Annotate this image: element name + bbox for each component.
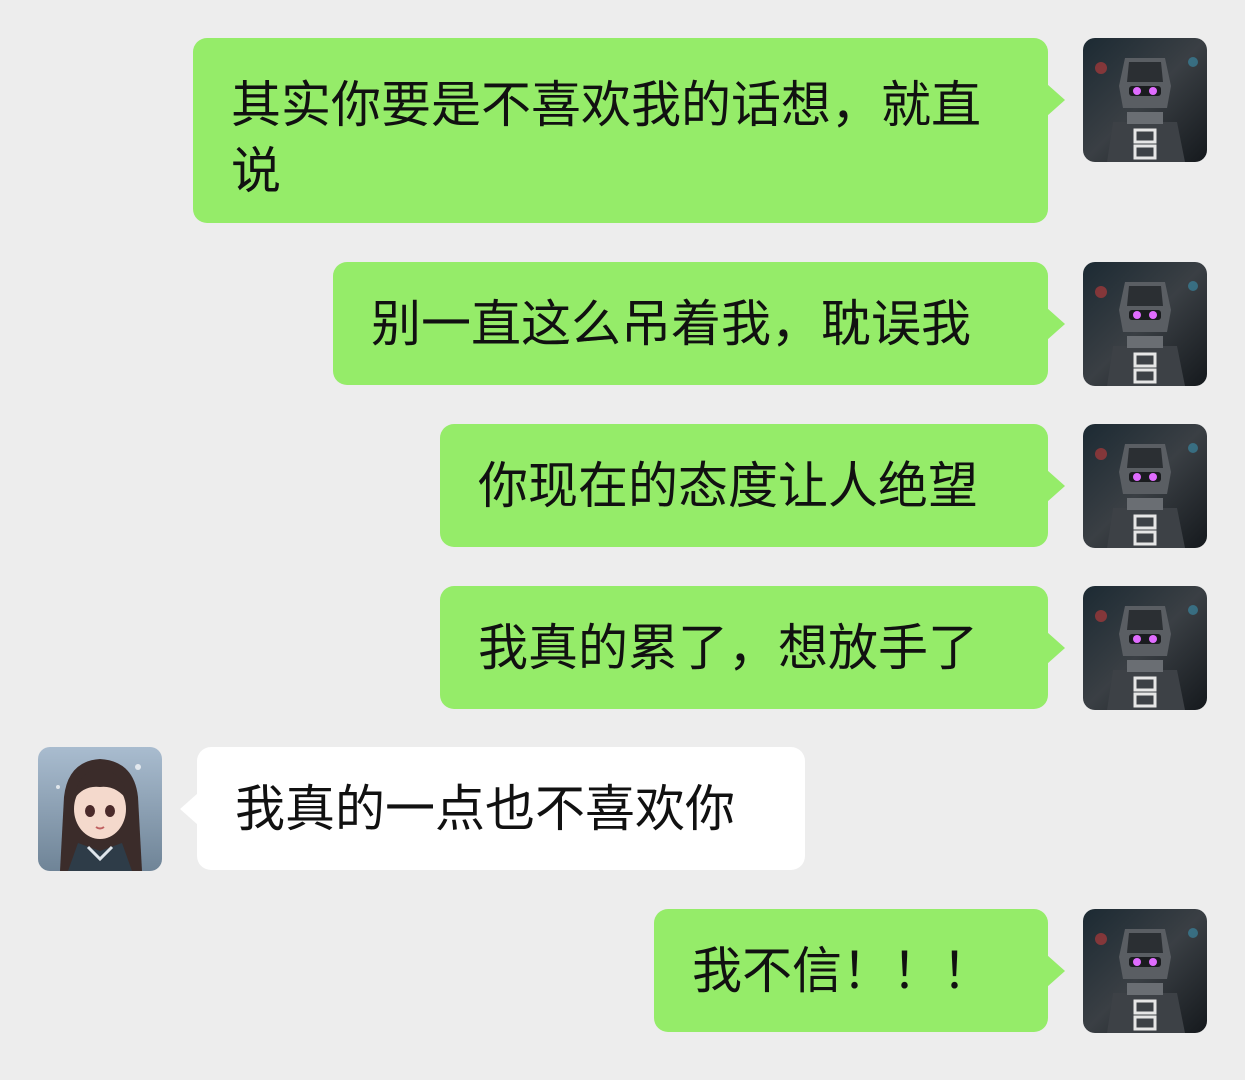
bubble-tail: [1047, 955, 1065, 987]
received-message-bubble[interactable]: 我真的一点也不喜欢你: [197, 747, 805, 870]
message-text: 我真的累了，想放手了: [478, 619, 978, 677]
bubble-tail: [180, 793, 198, 825]
sent-message-bubble[interactable]: 我真的累了，想放手了: [440, 586, 1048, 709]
robot-avatar[interactable]: [1083, 909, 1207, 1033]
bubble-tail: [1047, 470, 1065, 502]
message-text: 其实你要是不喜欢我的话想，就直说: [231, 76, 981, 200]
sent-message-bubble[interactable]: 其实你要是不喜欢我的话想，就直说: [193, 38, 1048, 223]
girl-avatar-image: [38, 747, 162, 871]
robot-avatar[interactable]: [1083, 38, 1207, 162]
robot-avatar-image: [1083, 586, 1207, 710]
robot-avatar-image: [1083, 424, 1207, 548]
message-text: 你现在的态度让人绝望: [478, 457, 978, 515]
robot-avatar-image: [1083, 38, 1207, 162]
bubble-tail: [1047, 632, 1065, 664]
robot-avatar-image: [1083, 262, 1207, 386]
chat-area: 其实你要是不喜欢我的话想，就直说 别一直这么吊着我，耽误我 你现在的态度让人绝望…: [0, 0, 1245, 1080]
robot-avatar[interactable]: [1083, 424, 1207, 548]
robot-avatar[interactable]: [1083, 262, 1207, 386]
girl-avatar[interactable]: [38, 747, 162, 871]
robot-avatar-image: [1083, 909, 1207, 1033]
sent-message-bubble[interactable]: 你现在的态度让人绝望: [440, 424, 1048, 547]
robot-avatar[interactable]: [1083, 586, 1207, 710]
message-text: 别一直这么吊着我，耽误我: [371, 295, 971, 353]
message-text: 我不信！！！: [692, 942, 992, 1000]
bubble-tail: [1047, 308, 1065, 340]
message-text: 我真的一点也不喜欢你: [235, 780, 735, 838]
bubble-tail: [1047, 84, 1065, 116]
sent-message-bubble[interactable]: 别一直这么吊着我，耽误我: [333, 262, 1048, 385]
sent-message-bubble[interactable]: 我不信！！！: [654, 909, 1048, 1032]
